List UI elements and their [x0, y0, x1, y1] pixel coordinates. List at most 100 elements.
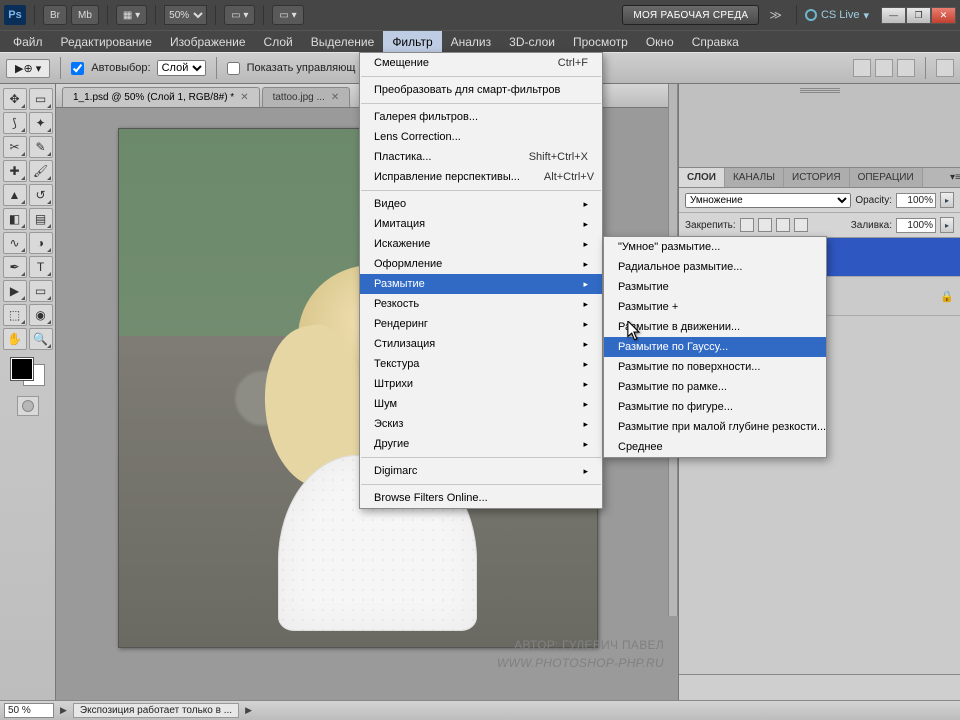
minibridge-button[interactable]: Mb — [71, 5, 99, 25]
filter-menu-item[interactable]: СмещениеCtrl+F — [360, 53, 602, 73]
align-button[interactable] — [853, 59, 871, 77]
blur-menu-item[interactable]: Радиальное размытие... — [604, 257, 826, 277]
menu-анализ[interactable]: Анализ — [442, 31, 501, 52]
filter-menu-item[interactable]: Искажение — [360, 234, 602, 254]
panel-tab-история[interactable]: ИСТОРИЯ — [784, 168, 850, 187]
close-tab-icon[interactable]: ✕ — [331, 92, 339, 103]
blur-menu-item[interactable]: Размытие в движении... — [604, 317, 826, 337]
filter-menu-item[interactable]: Галерея фильтров... — [360, 107, 602, 127]
document-tab[interactable]: 1_1.psd @ 50% (Слой 1, RGB/8#) *✕ — [62, 87, 260, 107]
opacity-value[interactable]: 100% — [896, 193, 936, 208]
menu-редактирование[interactable]: Редактирование — [52, 31, 161, 52]
stamp-tool[interactable]: ▲ — [3, 184, 27, 206]
cs-live-button[interactable]: CS Live ▾ — [805, 9, 869, 22]
fill-flyout-button[interactable]: ▸ — [940, 217, 954, 233]
history-brush-tool[interactable]: ↺ — [29, 184, 53, 206]
blur-menu-item[interactable]: Размытие по рамке... — [604, 377, 826, 397]
align-button[interactable] — [897, 59, 915, 77]
lock-image-button[interactable] — [758, 218, 772, 232]
panel-tab-каналы[interactable]: КАНАЛЫ — [725, 168, 784, 187]
panel-tab-операции[interactable]: ОПЕРАЦИИ — [850, 168, 923, 187]
filter-menu-item[interactable]: Lens Correction... — [360, 127, 602, 147]
arrange-documents-button[interactable]: ▭ ▾ — [224, 5, 255, 25]
pen-tool[interactable]: ✒ — [3, 256, 27, 278]
autoselect-target-select[interactable]: Слой — [157, 60, 206, 76]
filter-menu-item[interactable]: Текстура — [360, 354, 602, 374]
window-maximize-button[interactable]: ❐ — [906, 7, 931, 24]
distribute-button[interactable] — [936, 59, 954, 77]
align-button[interactable] — [875, 59, 893, 77]
brush-tool[interactable]: 🖌 — [29, 160, 53, 182]
shape-tool[interactable]: ▭ — [29, 280, 53, 302]
marquee-tool[interactable]: ▭ — [29, 88, 53, 110]
filter-menu-item[interactable]: Исправление перспективы...Alt+Ctrl+V — [360, 167, 602, 187]
blur-menu-item[interactable]: Размытие по фигуре... — [604, 397, 826, 417]
menu-фильтр[interactable]: Фильтр — [383, 31, 441, 52]
document-tab[interactable]: tattoo.jpg ...✕ — [262, 87, 351, 107]
opacity-flyout-button[interactable]: ▸ — [940, 192, 954, 208]
color-swatches[interactable] — [11, 358, 45, 386]
bridge-button[interactable]: Br — [43, 5, 67, 25]
blur-menu-item[interactable]: Размытие по Гауссу... — [604, 337, 826, 357]
lasso-tool[interactable]: ⟆ — [3, 112, 27, 134]
menu-изображение[interactable]: Изображение — [161, 31, 255, 52]
menu-слой[interactable]: Слой — [255, 31, 302, 52]
lock-transparent-button[interactable] — [740, 218, 754, 232]
filter-menu-item[interactable]: Преобразовать для смарт-фильтров — [360, 80, 602, 100]
crop-tool[interactable]: ✂ — [3, 136, 27, 158]
screen-mode-button[interactable]: ▭ ▾ — [272, 5, 303, 25]
show-transform-controls-checkbox[interactable]: Показать управляющ — [227, 62, 356, 75]
type-tool[interactable]: T — [29, 256, 53, 278]
autoselect-checkbox[interactable]: Автовыбор: — [71, 62, 150, 75]
filter-menu-item[interactable]: Резкость — [360, 294, 602, 314]
filter-menu-item[interactable]: Стилизация — [360, 334, 602, 354]
filter-menu-item[interactable]: Digimarc — [360, 461, 602, 481]
window-minimize-button[interactable]: — — [881, 7, 906, 24]
blur-menu-item[interactable]: Размытие — [604, 277, 826, 297]
current-tool-indicator[interactable]: ▶⊕ ▾ — [6, 59, 50, 78]
blur-menu-item[interactable]: "Умное" размытие... — [604, 237, 826, 257]
lock-all-button[interactable] — [794, 218, 808, 232]
filter-menu-item[interactable]: Пластика...Shift+Ctrl+X — [360, 147, 602, 167]
status-zoom-field[interactable]: 50 % — [4, 703, 54, 718]
filter-menu-item[interactable]: Другие — [360, 434, 602, 454]
filter-menu-item[interactable]: Штрихи — [360, 374, 602, 394]
filter-menu-item[interactable]: Browse Filters Online... — [360, 488, 602, 508]
zoom-tool[interactable]: 🔍 — [29, 328, 53, 350]
eraser-tool[interactable]: ◧ — [3, 208, 27, 230]
filter-menu-item[interactable]: Имитация — [360, 214, 602, 234]
close-tab-icon[interactable]: ✕ — [240, 92, 248, 103]
hand-tool[interactable]: ✋ — [3, 328, 27, 350]
foreground-color-swatch[interactable] — [11, 358, 33, 380]
status-flyout-icon[interactable]: ▶ — [60, 705, 67, 716]
blur-menu-item[interactable]: Среднее — [604, 437, 826, 457]
workspace-more-icon[interactable]: ≫ — [763, 8, 788, 22]
filter-menu-item[interactable]: Оформление — [360, 254, 602, 274]
quick-mask-toggle[interactable] — [17, 396, 39, 416]
blur-menu-item[interactable]: Размытие при малой глубине резкости... — [604, 417, 826, 437]
window-close-button[interactable]: ✕ — [931, 7, 956, 24]
3d-camera-tool[interactable]: ◉ — [29, 304, 53, 326]
healing-tool[interactable]: ✚ — [3, 160, 27, 182]
filter-menu-item[interactable]: Видео — [360, 194, 602, 214]
quick-select-tool[interactable]: ✦ — [29, 112, 53, 134]
menu-просмотр[interactable]: Просмотр — [564, 31, 637, 52]
dodge-tool[interactable]: ◑ — [29, 232, 53, 254]
path-select-tool[interactable]: ▶ — [3, 280, 27, 302]
filter-menu-item[interactable]: Шум — [360, 394, 602, 414]
filter-menu-item[interactable]: Рендеринг — [360, 314, 602, 334]
menu-3d-слои[interactable]: 3D-слои — [500, 31, 564, 52]
zoom-select[interactable]: 50% — [164, 5, 207, 25]
menu-файл[interactable]: Файл — [4, 31, 52, 52]
status-info-flyout-icon[interactable]: ▶ — [245, 705, 252, 716]
move-tool[interactable]: ✥ — [3, 88, 27, 110]
3d-tool[interactable]: ⬚ — [3, 304, 27, 326]
view-extras-button[interactable]: ▦ ▾ — [116, 5, 147, 25]
panel-menu-icon[interactable]: ▾≡ — [942, 168, 960, 187]
blur-tool[interactable]: ∿ — [3, 232, 27, 254]
blur-menu-item[interactable]: Размытие + — [604, 297, 826, 317]
blend-mode-select[interactable]: Умножение — [685, 193, 851, 208]
blur-menu-item[interactable]: Размытие по поверхности... — [604, 357, 826, 377]
fill-value[interactable]: 100% — [896, 218, 936, 233]
menu-выделение[interactable]: Выделение — [302, 31, 384, 52]
